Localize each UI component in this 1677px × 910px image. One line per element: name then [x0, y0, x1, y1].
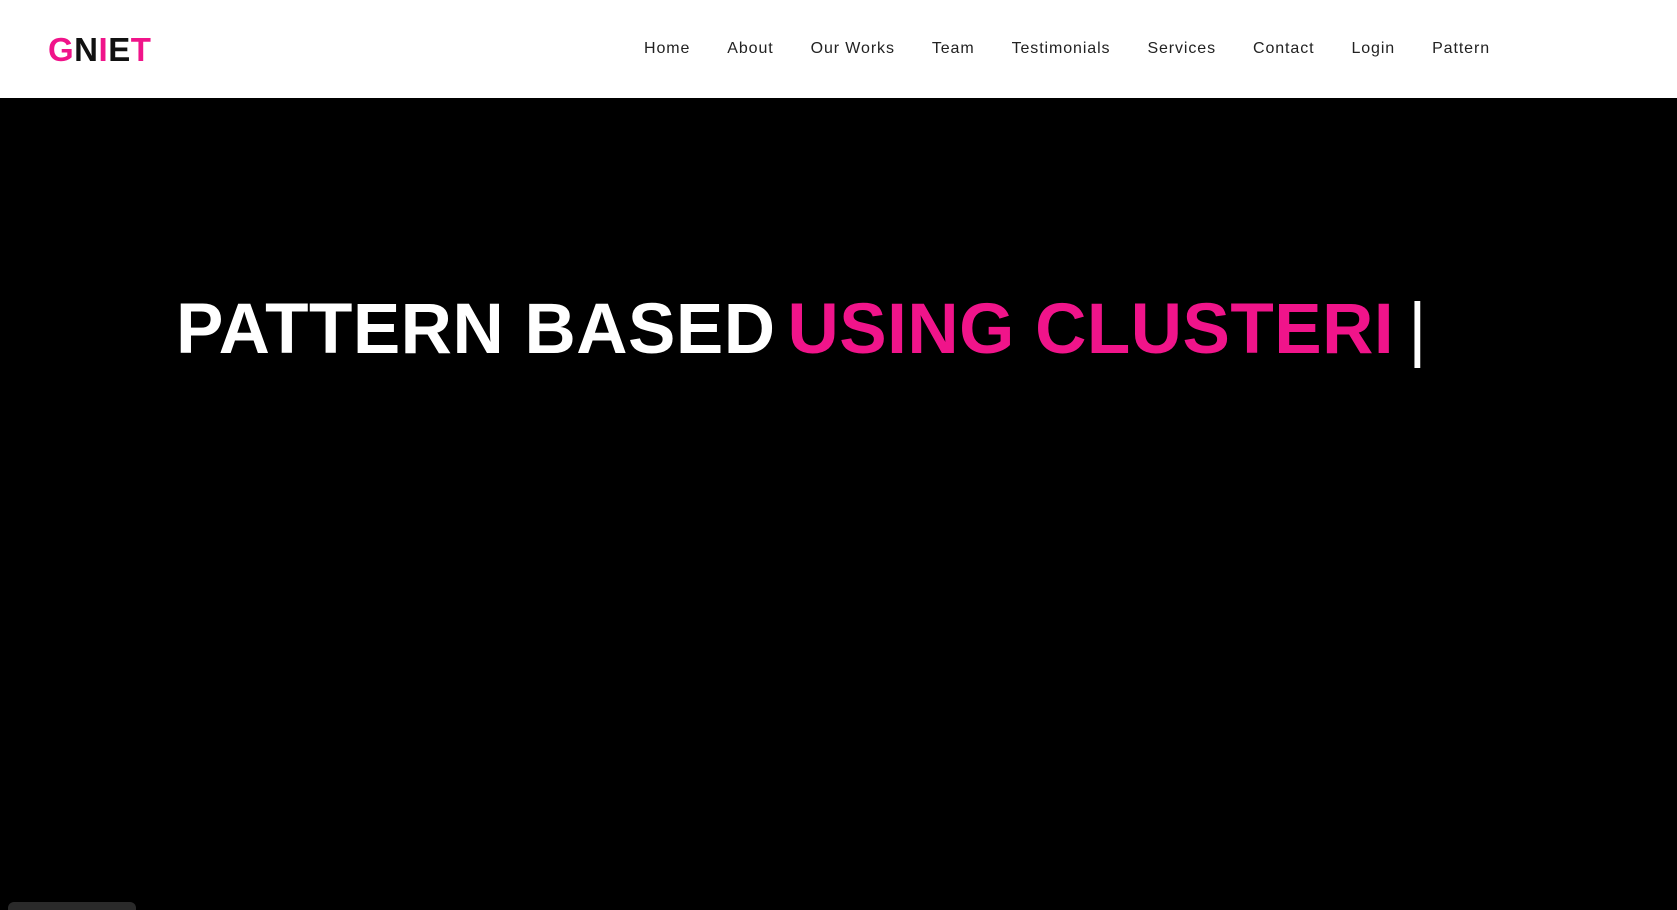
- bottom-corner-tab: [8, 902, 136, 910]
- nav-link-contact[interactable]: Contact: [1253, 36, 1314, 62]
- nav-link-testimonials[interactable]: Testimonials: [1012, 36, 1111, 62]
- logo-link[interactable]: G N I E T: [48, 30, 151, 70]
- logo-letter-n: N: [74, 31, 99, 68]
- logo-letter-t: T: [130, 31, 152, 68]
- logo-letter-e: E: [108, 31, 131, 68]
- hero-static-text: PATTERN BASED: [176, 290, 776, 369]
- nav-link-services[interactable]: Services: [1147, 36, 1216, 62]
- main-nav: Home About Our Works Team Testimonials S…: [644, 36, 1490, 62]
- nav-link-login[interactable]: Login: [1351, 36, 1395, 62]
- logo-letter-i: I: [98, 31, 109, 68]
- logo-letter-g: G: [48, 31, 75, 68]
- hero-section: PATTERN BASED USING CLUSTERI |: [0, 98, 1677, 906]
- nav-link-our-works[interactable]: Our Works: [811, 36, 895, 62]
- hero-typed-text: USING CLUSTERI: [787, 290, 1395, 369]
- typing-cursor: |: [1408, 290, 1428, 369]
- nav-link-about[interactable]: About: [727, 36, 773, 62]
- nav-link-pattern[interactable]: Pattern: [1432, 36, 1490, 62]
- nav-link-home[interactable]: Home: [644, 36, 690, 62]
- navbar: G N I E T Home About Our Works Team Test…: [0, 0, 1677, 98]
- nav-link-team[interactable]: Team: [932, 36, 975, 62]
- hero-headline: PATTERN BASED USING CLUSTERI |: [176, 290, 1427, 370]
